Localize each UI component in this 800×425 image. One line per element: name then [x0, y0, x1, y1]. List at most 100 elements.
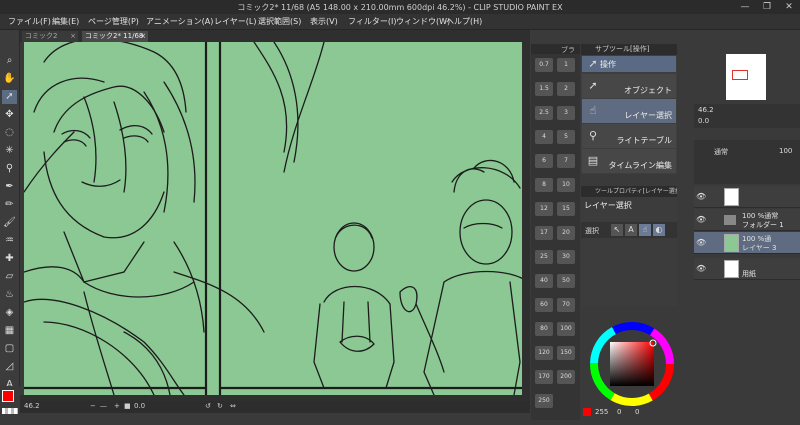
menu-file[interactable]: ファイル(F): [8, 16, 51, 27]
auto-select-tool-icon[interactable]: ✳: [2, 144, 17, 158]
fit-icon[interactable]: ■: [124, 402, 131, 410]
rotate-left-icon[interactable]: ↺: [205, 402, 211, 410]
brush-size-button[interactable]: 12: [535, 202, 553, 216]
brush-tool-icon[interactable]: 🖌: [2, 216, 17, 230]
angle-value[interactable]: 0.0: [134, 402, 145, 410]
pen-tool-icon[interactable]: ✒: [2, 180, 17, 194]
select-mode-icon-3[interactable]: ☝: [639, 224, 651, 236]
rotate-right-icon[interactable]: ↻: [217, 402, 223, 410]
gradient-tool-icon[interactable]: ▦: [2, 324, 17, 338]
brush-size-button[interactable]: 10: [557, 178, 575, 192]
fill-tool-icon[interactable]: ◈: [2, 306, 17, 320]
brush-size-button[interactable]: 0.7: [535, 58, 553, 72]
brush-size-button[interactable]: 120: [535, 346, 553, 360]
select-mode-icon-4[interactable]: ◐: [653, 224, 665, 236]
close-button[interactable]: ✕: [778, 0, 800, 14]
subtool-group-operation[interactable]: ➚ 操作: [582, 56, 676, 72]
select-mode-icon-2[interactable]: A: [625, 224, 637, 236]
airbrush-tool-icon[interactable]: ♒: [2, 234, 17, 248]
brush-size-button[interactable]: 150: [557, 346, 575, 360]
brush-size-button[interactable]: 70: [557, 298, 575, 312]
brush-size-button[interactable]: 17: [535, 226, 553, 240]
zoom-tool-icon[interactable]: ⌕: [2, 54, 17, 68]
doc-tab-11[interactable]: コミック2* 11/68 ×: [82, 31, 148, 42]
navigator-angle-value[interactable]: 0.0: [698, 117, 709, 125]
doc-tab-close-icon[interactable]: ×: [140, 31, 146, 42]
brush-size-button[interactable]: 40: [535, 274, 553, 288]
eyedropper-tool-icon[interactable]: ⚲: [2, 162, 17, 176]
brush-size-button[interactable]: 100: [557, 322, 575, 336]
doc-tab-close-icon[interactable]: ×: [70, 31, 76, 42]
red-value[interactable]: 255: [595, 408, 608, 416]
brush-size-button[interactable]: 60: [535, 298, 553, 312]
zoom-out-button[interactable]: −: [90, 402, 96, 410]
menu-page[interactable]: ページ管理(P): [88, 16, 139, 27]
layer-row-3[interactable]: 👁 100 %通 レイヤー 3: [694, 232, 800, 254]
doc-tab-20[interactable]: コミック2 20/68 ×: [22, 31, 78, 51]
subtool-layer-select[interactable]: ☝ レイヤー選択: [582, 99, 676, 123]
visibility-eye-icon[interactable]: 👁: [696, 238, 706, 247]
lasso-tool-icon[interactable]: ◌: [2, 126, 17, 140]
navigator-panel[interactable]: [694, 44, 800, 104]
menu-filter[interactable]: フィルター(I): [348, 16, 396, 27]
frame-border-tool-icon[interactable]: ▢: [2, 342, 17, 356]
eraser-tool-icon[interactable]: ▱: [2, 270, 17, 284]
zoom-slider[interactable]: —: [100, 402, 107, 410]
brush-size-button[interactable]: 3: [557, 106, 575, 120]
subtool-timeline-edit[interactable]: ▤ タイムライン編集: [582, 149, 676, 173]
color-wheel[interactable]: [588, 320, 676, 408]
decoration-tool-icon[interactable]: ✚: [2, 252, 17, 266]
minimize-button[interactable]: —: [734, 0, 756, 14]
hand-tool-icon[interactable]: ✋: [2, 72, 17, 86]
brush-size-button[interactable]: 20: [557, 226, 575, 240]
brush-size-button[interactable]: 250: [535, 394, 553, 408]
flip-icon[interactable]: ⇔: [230, 402, 236, 410]
blue-value[interactable]: 0: [635, 408, 639, 416]
brush-size-button[interactable]: 2.5: [535, 106, 553, 120]
brush-size-button[interactable]: 7: [557, 154, 575, 168]
visibility-eye-icon[interactable]: 👁: [696, 215, 706, 224]
menu-layer[interactable]: レイヤー(L): [214, 16, 256, 27]
menu-selection[interactable]: 選択範囲(S): [258, 16, 301, 27]
current-color-swatch[interactable]: [583, 408, 591, 416]
color-chip[interactable]: [0, 386, 20, 420]
brush-size-button[interactable]: 80: [535, 322, 553, 336]
vertical-scrollbar[interactable]: [522, 42, 530, 395]
operation-tool-icon[interactable]: ➚: [2, 90, 17, 104]
visibility-eye-icon[interactable]: 👁: [696, 264, 706, 273]
brush-size-button[interactable]: 50: [557, 274, 575, 288]
visibility-eye-icon[interactable]: 👁: [696, 192, 706, 201]
transparent-color-swatch[interactable]: [2, 408, 18, 414]
layer-opacity-value[interactable]: 100: [779, 147, 792, 155]
menu-help[interactable]: ヘルプ(H): [446, 16, 482, 27]
menu-edit[interactable]: 編集(E): [52, 16, 79, 27]
brush-size-button[interactable]: 1: [557, 58, 575, 72]
pencil-tool-icon[interactable]: ✏: [2, 198, 17, 212]
layer-row-paper[interactable]: 👁 用紙: [694, 258, 800, 280]
brush-size-button[interactable]: 30: [557, 250, 575, 264]
menu-animation[interactable]: アニメーション(A): [146, 16, 213, 27]
navigator-preview[interactable]: [726, 54, 766, 100]
layer-row-folder[interactable]: 👁 100 %通常 フォルダー 1: [694, 209, 800, 231]
brush-size-button[interactable]: 15: [557, 202, 575, 216]
brush-size-button[interactable]: 8: [535, 178, 553, 192]
brush-size-button[interactable]: 200: [557, 370, 575, 384]
ruler-tool-icon[interactable]: ◿: [2, 360, 17, 374]
menu-view[interactable]: 表示(V): [310, 16, 338, 27]
brush-size-button[interactable]: 4: [535, 130, 553, 144]
green-value[interactable]: 0: [617, 408, 621, 416]
subtool-object[interactable]: ➚ オブジェクト: [582, 74, 676, 98]
move-layer-tool-icon[interactable]: ✥: [2, 108, 17, 122]
layer-row-1[interactable]: 👁: [694, 186, 800, 208]
brush-size-button[interactable]: 170: [535, 370, 553, 384]
blend-mode-select[interactable]: 通常: [714, 147, 728, 157]
zoom-value[interactable]: 46.2: [24, 402, 40, 410]
main-color-swatch[interactable]: [2, 390, 14, 402]
select-mode-icon-1[interactable]: ↖: [611, 224, 623, 236]
canvas[interactable]: [24, 42, 528, 395]
navigator-zoom-value[interactable]: 46.2: [698, 106, 714, 114]
brush-size-button[interactable]: 6: [535, 154, 553, 168]
brush-size-button[interactable]: 1.5: [535, 82, 553, 96]
subtool-light-table[interactable]: ⚲ ライトテーブル: [582, 124, 676, 148]
brush-size-button[interactable]: 2: [557, 82, 575, 96]
